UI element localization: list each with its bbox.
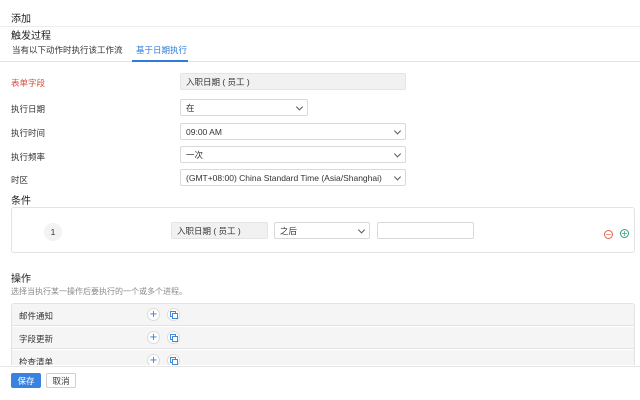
exec-date-value: 在 — [186, 102, 195, 113]
exec-time-select[interactable]: 09:00 AM — [180, 123, 406, 140]
save-button[interactable]: 保存 — [11, 373, 41, 388]
add-action-button[interactable]: + — [147, 331, 160, 344]
condition-value-input[interactable] — [377, 222, 474, 239]
timezone-value: (GMT+08:00) China Standard Time (Asia/Sh… — [186, 172, 382, 183]
condition-operator-value: 之后 — [280, 225, 298, 236]
exec-time-value: 09:00 AM — [186, 126, 222, 137]
remove-condition-button[interactable]: − — [604, 230, 613, 239]
add-action-button[interactable]: + — [147, 354, 160, 365]
trigger-tabbar: 当有以下动作时执行该工作流 基于日期执行 — [0, 40, 640, 62]
action-row-field-update: 字段更新 + — [12, 327, 634, 349]
active-tab-indicator — [132, 60, 188, 62]
conditions-title: 条件 — [11, 196, 31, 207]
form-field-label: 表单字段 — [11, 78, 46, 88]
condition-field: 入职日期 ( 员工 ) — [171, 222, 268, 239]
chevron-down-icon — [393, 149, 402, 158]
add-condition-button[interactable]: + — [620, 229, 629, 238]
action-label: 字段更新 — [19, 334, 54, 344]
footer-divider — [0, 366, 640, 367]
chevron-down-icon — [357, 225, 366, 234]
timezone-select[interactable]: (GMT+08:00) China Standard Time (Asia/Sh… — [180, 169, 406, 186]
exec-date-label: 执行日期 — [11, 104, 46, 114]
action-label: 检查清单 — [19, 357, 54, 365]
action-row-checklist: 检查清单 + — [12, 350, 634, 365]
chevron-down-icon — [393, 172, 402, 181]
chevron-down-icon — [295, 102, 304, 111]
actions-table: 邮件通知 + 字段更新 + 检查清单 + — [11, 303, 635, 365]
action-label: 邮件通知 — [19, 311, 54, 321]
actions-hint: 选择当执行某一操作后要执行的一个或多个进程。 — [11, 287, 187, 296]
condition-operator-select[interactable]: 之后 — [274, 222, 370, 239]
exec-frequency-value: 一次 — [186, 149, 204, 160]
timezone-label: 时区 — [11, 175, 29, 185]
form-field-value: 入职日期 ( 员工 ) — [180, 73, 406, 90]
add-action-button[interactable]: + — [147, 308, 160, 321]
condition-row-number: 1 — [44, 223, 62, 241]
link-icon[interactable] — [167, 354, 180, 365]
exec-frequency-select[interactable]: 一次 — [180, 146, 406, 163]
exec-time-label: 执行时间 — [11, 128, 46, 138]
tab-action-based[interactable]: 当有以下动作时执行该工作流 — [12, 44, 123, 56]
title-divider — [0, 26, 640, 27]
cancel-button[interactable]: 取消 — [46, 373, 76, 388]
page-title: 添加 — [11, 14, 31, 25]
tab-date-based[interactable]: 基于日期执行 — [136, 44, 187, 56]
chevron-down-icon — [393, 126, 402, 135]
exec-date-select[interactable]: 在 — [180, 99, 308, 116]
exec-frequency-label: 执行频率 — [11, 152, 46, 162]
link-icon[interactable] — [167, 308, 180, 321]
link-icon[interactable] — [167, 331, 180, 344]
actions-title: 操作 — [11, 274, 31, 285]
action-row-email: 邮件通知 + — [12, 304, 634, 326]
